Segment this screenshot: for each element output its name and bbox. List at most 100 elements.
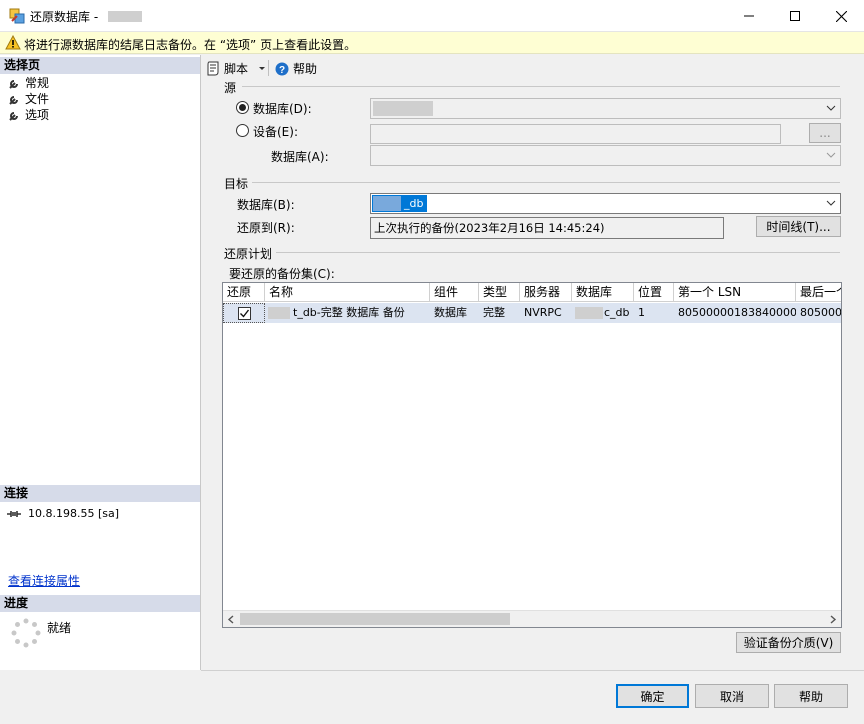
cell-position: 1 bbox=[638, 306, 645, 319]
target-database-label: 数据库(B): bbox=[237, 198, 295, 212]
help-button[interactable]: 帮助 bbox=[774, 684, 848, 708]
page-files[interactable]: 文件 bbox=[8, 91, 49, 107]
source-device-radio[interactable] bbox=[236, 124, 249, 137]
backup-sets-grid[interactable]: 还原 名称 组件 类型 服务器 数据库 位置 第一个 LSN 最后一个 t_db… bbox=[222, 282, 842, 628]
svg-text:?: ? bbox=[279, 65, 285, 76]
chevron-down-icon bbox=[826, 105, 836, 111]
warning-bar: 将进行源数据库的结尾日志备份。在 “选项” 页上查看此设置。 bbox=[0, 32, 864, 54]
source-database-combo[interactable] bbox=[370, 98, 841, 119]
footer-divider bbox=[201, 670, 864, 671]
maximize-button[interactable] bbox=[772, 0, 818, 32]
grid-header: 还原 名称 组件 类型 服务器 数据库 位置 第一个 LSN 最后一个 bbox=[223, 283, 841, 302]
column-header-last-lsn[interactable]: 最后一个 bbox=[796, 283, 841, 302]
cell-last-lsn: 8050000 bbox=[800, 306, 842, 319]
column-header-component[interactable]: 组件 bbox=[430, 283, 479, 302]
target-section-label: 目标 bbox=[224, 177, 249, 191]
chevron-down-icon bbox=[826, 152, 836, 158]
restore-plan-divider bbox=[276, 252, 840, 253]
help-toolbar-button[interactable]: ? 帮助 bbox=[275, 60, 317, 77]
redacted-value bbox=[268, 307, 290, 319]
redacted-title bbox=[108, 11, 142, 22]
cell-component: 数据库 bbox=[434, 306, 467, 319]
wrench-icon bbox=[9, 79, 18, 89]
side-panel: 选择页 常规 文件 选项 连接 10.8.198.55 [sa] 查看连接属性 … bbox=[0, 55, 201, 670]
page-label: 常规 bbox=[25, 76, 50, 90]
target-database-value: _db bbox=[404, 197, 424, 210]
redacted-value bbox=[373, 196, 401, 211]
cell-server: NVRPC bbox=[524, 306, 562, 319]
column-header-type[interactable]: 类型 bbox=[479, 283, 520, 302]
close-icon bbox=[835, 10, 847, 22]
ok-button[interactable]: 确定 bbox=[616, 684, 689, 708]
page-options[interactable]: 选项 bbox=[8, 107, 49, 123]
source-divider bbox=[242, 86, 840, 87]
page-label: 文件 bbox=[25, 92, 50, 106]
help-label: 帮助 bbox=[293, 62, 318, 76]
wrench-icon bbox=[9, 95, 18, 105]
table-row[interactable]: t_db-完整 数据库 备份 数据库 完整 NVRPC c_db 1 80500… bbox=[223, 303, 842, 323]
source-database-radio-label: 数据库(D): bbox=[253, 102, 312, 116]
minimize-button[interactable] bbox=[726, 0, 772, 32]
scroll-left-icon[interactable] bbox=[227, 615, 235, 624]
horizontal-scrollbar[interactable] bbox=[223, 610, 841, 627]
connection-text: 10.8.198.55 [sa] bbox=[28, 507, 120, 520]
source-database-label: 数据库(A): bbox=[271, 150, 329, 164]
window-title: 还原数据库 - bbox=[30, 10, 99, 24]
warning-text: 将进行源数据库的结尾日志备份。在 “选项” 页上查看此设置。 bbox=[24, 38, 357, 52]
device-browse-button[interactable]: ... bbox=[809, 123, 841, 143]
target-database-combo[interactable]: _db bbox=[370, 193, 841, 214]
close-button[interactable] bbox=[818, 0, 864, 32]
timeline-button[interactable]: 时间线(T)... bbox=[756, 216, 841, 237]
title-bar: 还原数据库 - bbox=[0, 0, 864, 32]
maximize-icon bbox=[790, 11, 800, 21]
column-header-first-lsn[interactable]: 第一个 LSN bbox=[674, 283, 796, 302]
column-header-name[interactable]: 名称 bbox=[265, 283, 430, 302]
progress-spinner-icon bbox=[11, 618, 41, 648]
script-label: 脚本 bbox=[224, 62, 249, 76]
script-button[interactable]: 脚本 bbox=[206, 60, 266, 77]
page-label: 选项 bbox=[25, 108, 50, 122]
restore-database-icon bbox=[9, 8, 25, 24]
progress-header: 进度 bbox=[0, 595, 200, 612]
dropdown-arrow-icon bbox=[259, 66, 266, 70]
minimize-icon bbox=[744, 15, 754, 17]
restore-checkbox[interactable] bbox=[238, 307, 251, 320]
cell-first-lsn: 805000001838400001 bbox=[678, 306, 796, 319]
chevron-down-icon bbox=[826, 200, 836, 206]
target-divider bbox=[252, 182, 840, 183]
column-header-database[interactable]: 数据库 bbox=[572, 283, 634, 302]
redacted-value bbox=[373, 101, 433, 116]
source-database-radio[interactable] bbox=[236, 101, 249, 114]
cell-type: 完整 bbox=[483, 306, 505, 319]
restore-to-label: 还原到(R): bbox=[237, 221, 295, 235]
connection-header: 连接 bbox=[0, 485, 200, 502]
source-device-radio-label: 设备(E): bbox=[253, 125, 298, 139]
help-icon: ? bbox=[275, 62, 289, 76]
wrench-icon bbox=[9, 111, 18, 121]
column-header-restore[interactable]: 还原 bbox=[223, 283, 265, 302]
connection-icon bbox=[7, 510, 21, 517]
progress-status: 就绪 bbox=[47, 621, 72, 635]
verify-backup-media-button[interactable]: 验证备份介质(V) bbox=[736, 632, 841, 653]
checkmark-icon bbox=[240, 309, 250, 318]
connection-info: 10.8.198.55 [sa] bbox=[6, 507, 119, 520]
toolbar-separator bbox=[268, 60, 269, 76]
warning-icon bbox=[5, 35, 21, 50]
scroll-right-icon[interactable] bbox=[829, 615, 837, 624]
view-connection-properties-link[interactable]: 查看连接属性 bbox=[8, 572, 80, 589]
source-device-field[interactable] bbox=[370, 124, 781, 144]
backup-sets-label: 要还原的备份集(C): bbox=[229, 267, 335, 281]
restore-cell bbox=[223, 303, 265, 323]
source-section-label: 源 bbox=[224, 81, 237, 95]
restore-to-field[interactable]: 上次执行的备份(2023年2月16日 14:45:24) bbox=[370, 217, 724, 239]
source-database-select[interactable] bbox=[370, 145, 841, 166]
scrollbar-thumb[interactable] bbox=[240, 613, 510, 625]
script-icon bbox=[207, 61, 219, 76]
cancel-button[interactable]: 取消 bbox=[695, 684, 769, 708]
column-header-server[interactable]: 服务器 bbox=[520, 283, 572, 302]
restore-plan-section-label: 还原计划 bbox=[224, 247, 273, 261]
page-general[interactable]: 常规 bbox=[8, 75, 49, 91]
select-page-header: 选择页 bbox=[0, 57, 200, 74]
redacted-value bbox=[575, 307, 603, 319]
column-header-position[interactable]: 位置 bbox=[634, 283, 674, 302]
